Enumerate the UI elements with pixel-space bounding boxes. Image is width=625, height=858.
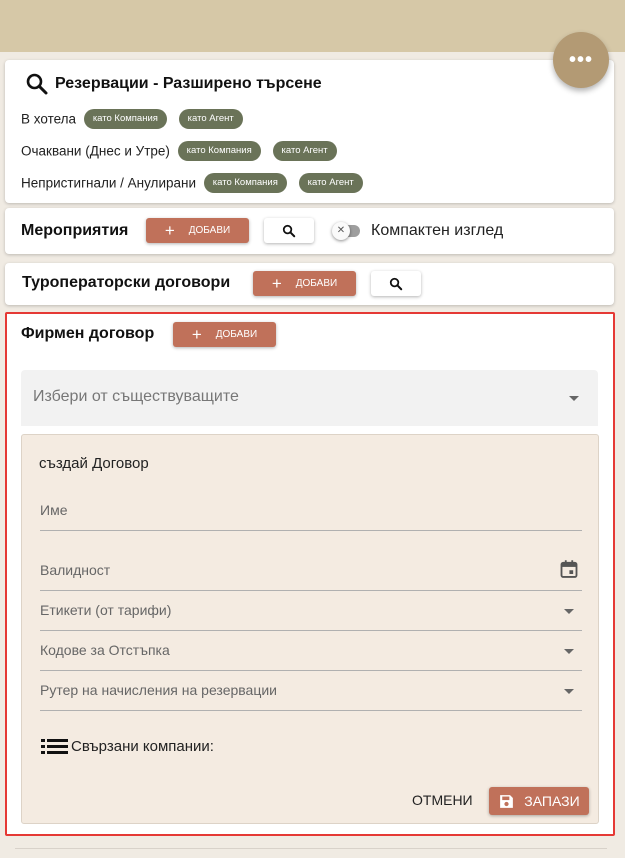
more-horizontal-icon: •••	[568, 48, 593, 71]
no-show-as-agent-chip[interactable]: като Агент	[298, 173, 363, 193]
linked-companies-row: Свързани компании:	[41, 737, 214, 755]
save-label: ЗАПАЗИ	[524, 793, 580, 809]
in-hotel-row: В хотела като Компания като Агент	[21, 109, 243, 129]
discount-codes-select[interactable]: Кодове за Отстъпка	[22, 633, 600, 673]
more-actions-button[interactable]: •••	[553, 32, 609, 88]
name-field[interactable]: Име	[22, 493, 600, 533]
search-icon	[389, 277, 403, 290]
calendar-icon[interactable]	[559, 559, 579, 579]
tags-label: Етикети (от тарифи)	[40, 602, 172, 618]
existing-contract-select[interactable]: Избери от съществуващите	[21, 370, 598, 426]
expected-label: Очаквани (Днес и Утре)	[21, 143, 170, 159]
compact-view-toggle[interactable]: ✕	[332, 222, 362, 240]
search-icon	[26, 73, 48, 95]
create-contract-form: създай Договор Име Валидност Етикети (от…	[21, 434, 599, 824]
in-hotel-label: В хотела	[21, 111, 77, 127]
cancel-button[interactable]: ОТМЕНИ	[412, 792, 473, 808]
compact-view-label: Компактен изглед	[371, 222, 504, 239]
existing-contract-placeholder: Избери от съществуващите	[33, 388, 239, 405]
validity-field[interactable]: Валидност	[22, 553, 600, 593]
reservations-search-card: Резервации - Разширено търсене В хотела …	[5, 60, 614, 203]
create-contract-heading: създай Договор	[39, 455, 149, 472]
events-title: Мероприятия	[21, 222, 129, 239]
top-app-bar	[0, 0, 625, 52]
chevron-down-icon	[564, 649, 574, 654]
validity-label: Валидност	[40, 562, 111, 578]
save-icon	[500, 794, 514, 808]
linked-companies-label: Свързани компании:	[71, 737, 214, 755]
charges-router-select[interactable]: Рутер на начисления на резервации	[22, 673, 600, 713]
add-company-contract-label: ДОБАВИ	[215, 329, 258, 340]
tour-operator-contracts-title: Туроператорски договори	[22, 274, 231, 291]
add-tour-contract-button[interactable]: + ДОБАВИ	[253, 271, 356, 296]
next-card-edge	[15, 848, 607, 849]
no-show-as-company-chip[interactable]: като Компания	[203, 173, 287, 193]
add-company-contract-button[interactable]: + ДОБАВИ	[173, 322, 276, 347]
add-tour-contract-label: ДОБАВИ	[295, 278, 338, 289]
plus-icon: +	[271, 274, 282, 293]
discount-codes-label: Кодове за Отстъпка	[40, 642, 170, 658]
company-contract-card: Фирмен договор + ДОБАВИ Избери от същест…	[5, 312, 615, 836]
expected-row: Очаквани (Днес и Утре) като Компания кат…	[21, 141, 337, 161]
no-show-label: Непристигнали / Анулирани	[21, 175, 196, 191]
in-hotel-as-agent-chip[interactable]: като Агент	[178, 109, 243, 129]
company-contract-title: Фирмен договор	[21, 325, 155, 342]
list-icon	[41, 739, 68, 754]
charges-router-label: Рутер на начисления на резервации	[40, 682, 277, 698]
name-label: Име	[40, 502, 68, 518]
add-event-label: ДОБАВИ	[188, 225, 231, 236]
reservations-search-title: Резервации - Разширено търсене	[55, 75, 322, 92]
tour-operator-contracts-card: Туроператорски договори + ДОБАВИ	[5, 263, 614, 305]
events-card: Мероприятия + ДОБАВИ ✕ Компактен изглед	[5, 208, 614, 254]
plus-icon: +	[164, 221, 175, 240]
search-tour-contracts-button[interactable]	[371, 271, 421, 296]
save-button[interactable]: ЗАПАЗИ	[489, 787, 589, 815]
chevron-down-icon	[564, 689, 574, 694]
expected-as-company-chip[interactable]: като Компания	[177, 141, 261, 161]
chevron-down-icon	[564, 609, 574, 614]
tags-select[interactable]: Етикети (от тарифи)	[22, 593, 600, 633]
expected-as-agent-chip[interactable]: като Агент	[272, 141, 337, 161]
search-events-button[interactable]	[264, 218, 314, 243]
plus-icon: +	[191, 325, 202, 344]
chevron-down-icon	[569, 396, 579, 401]
toggle-thumb: ✕	[332, 222, 350, 240]
no-show-row: Непристигнали / Анулирани като Компания …	[21, 173, 363, 193]
in-hotel-as-company-chip[interactable]: като Компания	[83, 109, 167, 129]
search-icon	[282, 224, 296, 237]
add-event-button[interactable]: + ДОБАВИ	[146, 218, 249, 243]
